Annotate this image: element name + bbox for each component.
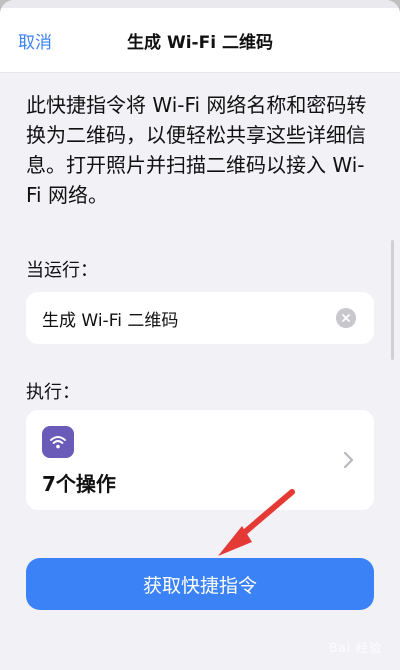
do-label: 执行： [26, 382, 80, 403]
shortcut-description: 此快捷指令将 Wi-Fi 网络名称和密码转换为二维码，以便轻松共享这些详细信息。… [26, 93, 367, 207]
actions-card[interactable]: 7个操作 [26, 410, 374, 510]
actions-count: 7个操作 [42, 472, 116, 496]
watermark: Bai 经验 [329, 641, 382, 655]
get-shortcut-button[interactable]: 获取快捷指令 [26, 558, 374, 610]
chevron-right-icon [343, 451, 354, 469]
navigation-bar: 取消 生成 Wi-Fi 二维码 [0, 8, 400, 73]
page-title: 生成 Wi-Fi 二维码 [127, 33, 273, 53]
sheet-top-strip [0, 0, 400, 8]
clear-icon[interactable] [336, 308, 356, 328]
scroll-indicator [391, 240, 394, 360]
clear-x-glyph [342, 314, 350, 322]
when-run-value: 生成 Wi-Fi 二维码 [42, 311, 179, 331]
when-run-input[interactable]: 生成 Wi-Fi 二维码 [26, 292, 374, 344]
wifi-glyph [50, 436, 66, 449]
wifi-icon [42, 426, 74, 458]
when-run-label: 当运行： [26, 260, 98, 281]
shortcut-sheet: 取消 生成 Wi-Fi 二维码 此快捷指令将 Wi-Fi 网络名称和密码转换为二… [0, 0, 400, 670]
